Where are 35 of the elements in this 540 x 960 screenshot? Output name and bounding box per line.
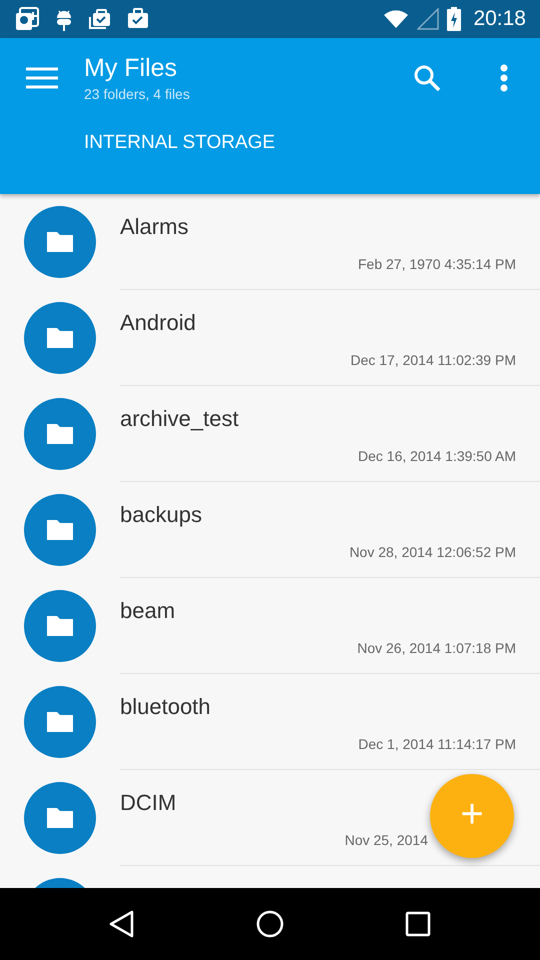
folder-name[interactable]: Android xyxy=(120,310,196,336)
folder-name[interactable]: archive_test xyxy=(120,406,239,432)
folder-icon xyxy=(24,302,96,374)
home-icon[interactable] xyxy=(256,910,284,938)
signal-icon xyxy=(417,8,440,30)
modified-date: Nov 28, 2014 12:06:52 PM xyxy=(349,544,516,560)
recents-icon[interactable] xyxy=(405,911,432,937)
folder-icon xyxy=(24,398,96,470)
app-title: My Files xyxy=(84,54,178,83)
folder-icon xyxy=(24,782,96,854)
modified-date: Nov 25, 2014 xyxy=(344,832,428,848)
folder-icon xyxy=(24,686,96,758)
back-icon[interactable] xyxy=(108,910,135,938)
folder-icon xyxy=(24,590,96,662)
modified-date: Dec 1, 2014 11:14:17 PM xyxy=(358,736,516,752)
briefcase-check-icon xyxy=(88,7,112,31)
wifi-icon xyxy=(383,9,410,29)
folder-name[interactable]: DCIM xyxy=(120,790,176,816)
folder-name[interactable]: Alarms xyxy=(120,214,188,240)
modified-date: Dec 16, 2014 1:39:50 AM xyxy=(358,448,516,464)
search-icon[interactable] xyxy=(413,64,441,92)
folder-name[interactable]: beam xyxy=(120,598,176,624)
folder-icon xyxy=(24,206,96,278)
folder-name[interactable]: bluetooth xyxy=(120,694,211,720)
folder-icon xyxy=(24,494,96,566)
menu-icon[interactable] xyxy=(26,67,58,89)
modified-date: Nov 26, 2014 1:07:18 PM xyxy=(357,640,516,656)
briefcase-check-icon xyxy=(126,7,150,31)
more-options-icon[interactable] xyxy=(499,64,509,92)
clock-time: 20:18 xyxy=(473,7,526,31)
modified-date: Dec 17, 2014 11:02:39 PM xyxy=(350,352,516,368)
folder-name[interactable]: backups xyxy=(120,502,202,528)
modified-date: Feb 27, 1970 4:35:14 PM xyxy=(358,256,516,272)
folder-count: 23 folders, 4 files xyxy=(84,86,191,102)
battery-charging-icon xyxy=(447,7,462,31)
